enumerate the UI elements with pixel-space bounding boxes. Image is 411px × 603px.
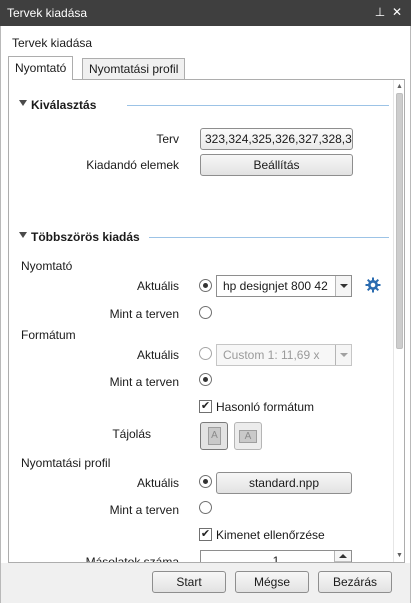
plan-label: Terv (156, 132, 179, 146)
output-check-label: Kimenet ellenőrzése (216, 528, 325, 542)
chevron-up-icon[interactable] (339, 554, 347, 558)
orientation-label: Tájolás (112, 427, 151, 441)
printer-as-plan-label: Mint a terven (109, 307, 179, 321)
collapse-triangle-icon (19, 100, 27, 106)
vertical-scrollbar[interactable]: ▲ ▼ (393, 80, 404, 562)
collapse-triangle-icon (19, 232, 27, 238)
format-select-value: Custom 1: 11,69 x (223, 348, 320, 362)
elements-label: Kiadandó elemek (86, 158, 179, 172)
printer-select[interactable]: hp designjet 800 42 (216, 275, 352, 297)
printer-as-plan-radio[interactable] (199, 306, 212, 319)
tab-panel: Kiválasztás Terv 323,324,325,326,327,328… (8, 79, 405, 563)
format-as-plan-label: Mint a terven (109, 375, 179, 389)
similar-format-checkbox[interactable]: ✔ (199, 400, 212, 413)
scrollbar-thumb[interactable] (396, 93, 403, 349)
dialog-subtitle: Tervek kiadása (12, 36, 93, 50)
format-current-radio[interactable] (199, 347, 212, 360)
tab-printer[interactable]: Nyomtató (8, 56, 74, 80)
section-divider (149, 237, 389, 238)
portrait-orientation-button[interactable]: A (200, 422, 228, 450)
scroll-down-icon[interactable]: ▼ (395, 550, 404, 561)
copies-stepper[interactable]: 1 (200, 550, 352, 562)
printer-group-label: Nyomtató (21, 259, 73, 273)
dialog-window: Tervek kiadása Nyomtató Nyomtatási profi… (0, 26, 411, 603)
close-icon[interactable]: ✕ (389, 4, 405, 20)
chevron-down-icon[interactable] (335, 276, 351, 296)
profile-current-label: Aktuális (136, 476, 179, 490)
copies-value[interactable]: 1 (273, 554, 280, 562)
profile-select-button[interactable]: standard.npp (216, 472, 352, 494)
similar-format-label: Hasonló formátum (216, 400, 315, 414)
output-check-checkbox[interactable]: ✔ (199, 528, 212, 541)
window-titlebar: Tervek kiadása ⊥ ✕ (0, 0, 411, 26)
gear-icon[interactable] (365, 277, 381, 293)
tab-print-profile[interactable]: Nyomtatási profil (82, 58, 186, 79)
profile-as-plan-radio[interactable] (199, 501, 212, 514)
format-group-label: Formátum (21, 328, 76, 342)
profile-current-radio[interactable] (199, 475, 212, 488)
pin-icon[interactable]: ⊥ (372, 4, 388, 20)
start-button[interactable]: Start (152, 571, 226, 593)
format-as-plan-radio[interactable] (199, 373, 212, 386)
portrait-page-icon: A (208, 427, 221, 445)
landscape-orientation-button[interactable]: A (234, 422, 262, 450)
section-divider (127, 105, 389, 106)
profile-as-plan-label: Mint a terven (109, 503, 179, 517)
scroll-up-icon[interactable]: ▲ (395, 81, 404, 92)
stepper-divider (335, 561, 351, 562)
cancel-button[interactable]: Mégse (235, 571, 309, 593)
printer-select-value: hp designjet 800 42 (223, 279, 328, 293)
section-title-selection: Kiválasztás (31, 98, 97, 112)
plan-field[interactable]: 323,324,325,326,327,328,3... (200, 128, 353, 150)
section-title-multi: Többszörös kiadás (31, 230, 140, 244)
chevron-down-icon[interactable] (335, 345, 351, 365)
window-title: Tervek kiadása (7, 6, 88, 20)
printer-current-radio[interactable] (199, 279, 212, 292)
close-button[interactable]: Bezárás (318, 571, 392, 593)
settings-button[interactable]: Beállítás (200, 154, 353, 176)
stepper-buttons[interactable] (334, 551, 351, 562)
panel-content: Kiválasztás Terv 323,324,325,326,327,328… (9, 80, 394, 562)
format-select[interactable]: Custom 1: 11,69 x (216, 344, 352, 366)
copies-label: Másolatok száma (85, 555, 179, 563)
landscape-page-icon: A (239, 430, 257, 443)
profile-group-label: Nyomtatási profil (21, 456, 111, 470)
format-current-label: Aktuális (136, 348, 179, 362)
printer-current-label: Aktuális (136, 279, 179, 293)
